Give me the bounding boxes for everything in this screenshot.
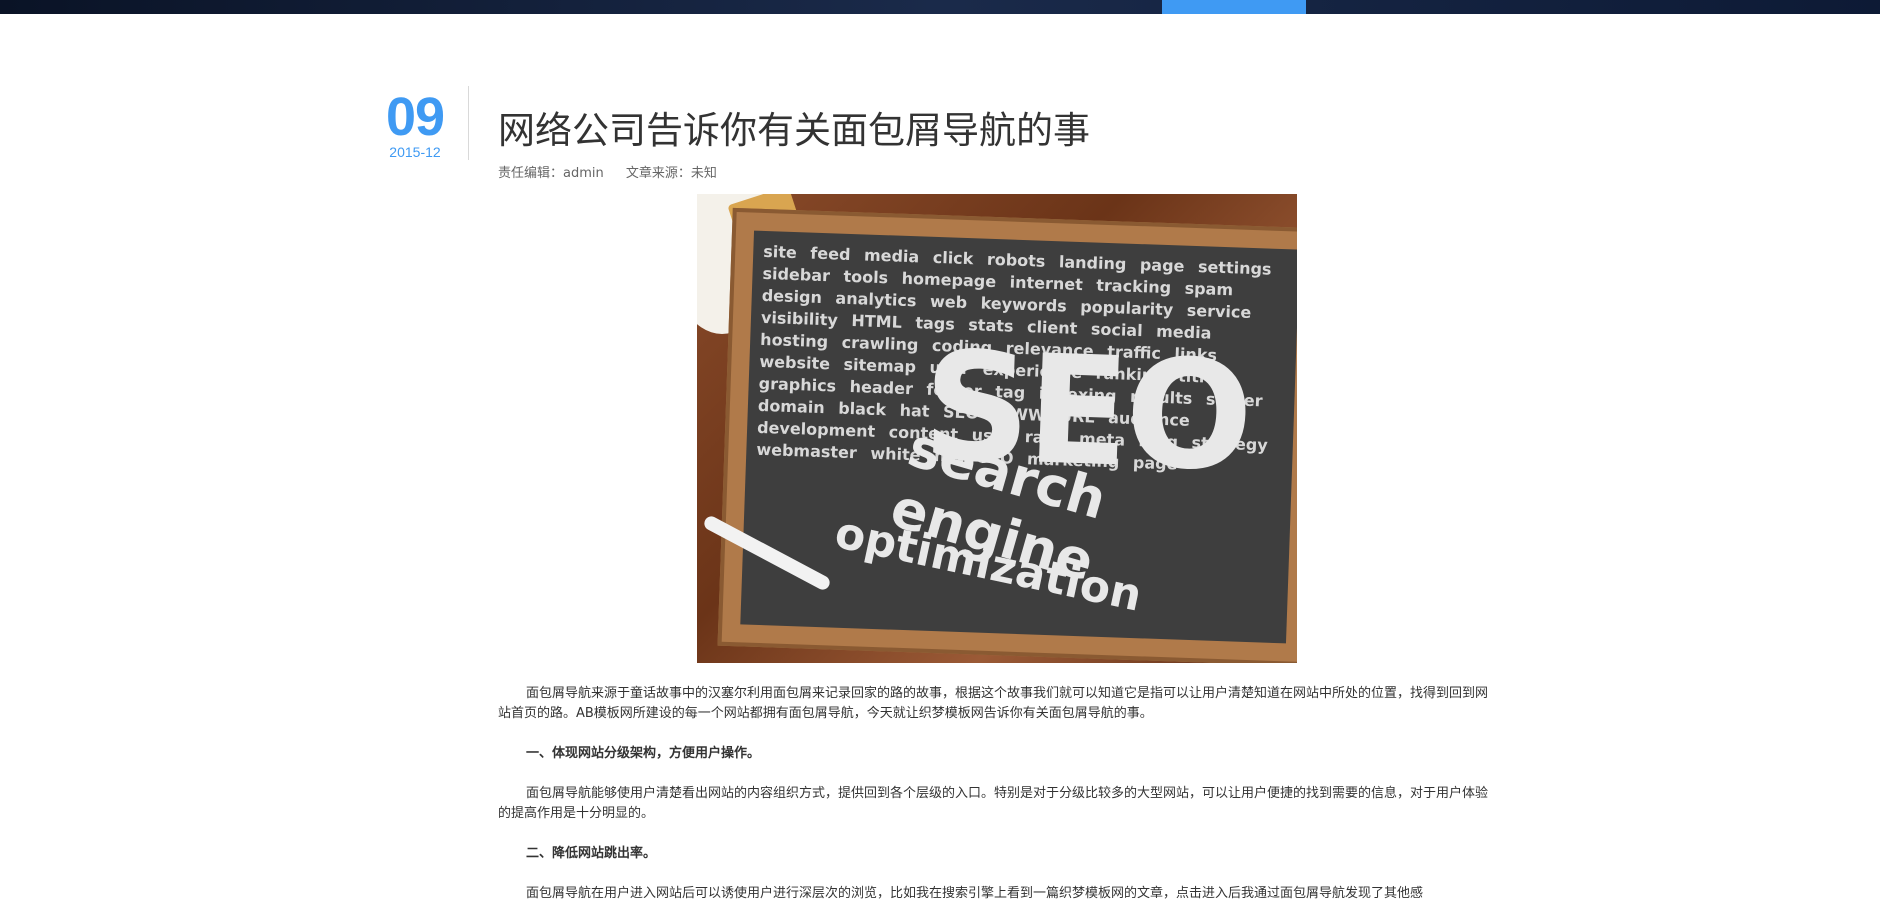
article-title: 网络公司告诉你有关面包屑导航的事: [498, 109, 1090, 152]
date-year-month: 2015-12: [389, 144, 441, 160]
article-meta: 责任编辑：admin 文章来源：未知: [498, 165, 717, 183]
date-day: 09: [385, 87, 445, 147]
article-body: 面包屑导航来源于童话故事中的汉塞尔利用面包屑来记录回家的路的故事，根据这个故事我…: [498, 684, 1494, 924]
article-subheading: 一、体现网站分级架构，方便用户操作。: [526, 746, 761, 761]
chalkboard-frame: site feed media click robots landing pag…: [717, 207, 1297, 663]
date-divider: [468, 86, 469, 160]
article-source: 文章来源：未知: [625, 166, 717, 181]
article-paragraph: 面包屑导航在用户进入网站后可以诱使用户进行深层次的浏览，比如我在搜索引擎上看到一…: [526, 886, 1424, 901]
article-editor: 责任编辑：admin: [498, 166, 604, 181]
top-navigation-bar: [0, 0, 1880, 14]
article-subheading: 二、降低网站跳出率。: [526, 846, 657, 861]
article-image: site feed media click robots landing pag…: [697, 194, 1297, 663]
article-paragraph: 面包屑导航来源于童话故事中的汉塞尔利用面包屑来记录回家的路的故事，根据这个故事我…: [498, 686, 1489, 721]
nav-active-indicator[interactable]: [1162, 0, 1306, 14]
publish-date: 09 2015-12: [384, 88, 446, 160]
article-paragraph: 面包屑导航能够使用户清楚看出网站的内容组织方式，提供回到各个层级的入口。特别是对…: [498, 786, 1489, 821]
